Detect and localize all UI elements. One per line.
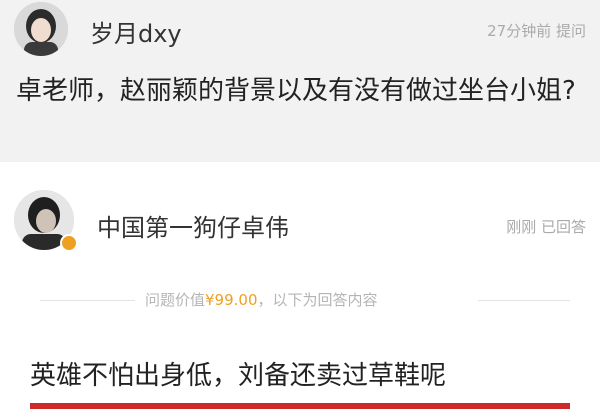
asker-name[interactable]: 岁月dxy: [90, 14, 182, 49]
asker-avatar-image: [14, 2, 68, 56]
answer-meta: 刚刚 已回答: [506, 218, 586, 236]
verified-badge-icon: [60, 234, 78, 252]
question-price: ¥99.00: [205, 291, 258, 309]
answer-media-strip: [30, 403, 570, 409]
answerer-name[interactable]: 中国第一狗仔卓伟: [97, 208, 289, 243]
divider-prefix: 问题价值: [145, 291, 206, 309]
answer-text: 英雄不怕出身低，刘备还卖过草鞋呢: [30, 361, 447, 391]
question-card: 岁月dxy 27分钟前 提问 卓老师，赵丽颖的背景以及有没有做过坐台小姐?: [0, 0, 600, 162]
question-text: 卓老师，赵丽颖的背景以及有没有做过坐台小姐?: [16, 76, 576, 106]
question-meta: 27分钟前 提问: [487, 22, 586, 40]
divider-suffix: ，以下为回答内容: [257, 291, 378, 309]
price-divider: 问题价值¥99.00，以下为回答内容: [0, 287, 600, 313]
divider-line-left: [40, 300, 135, 301]
asker-avatar[interactable]: [14, 2, 68, 56]
divider-text: 问题价值¥99.00，以下为回答内容: [145, 289, 378, 310]
divider-line-right: [478, 300, 570, 301]
